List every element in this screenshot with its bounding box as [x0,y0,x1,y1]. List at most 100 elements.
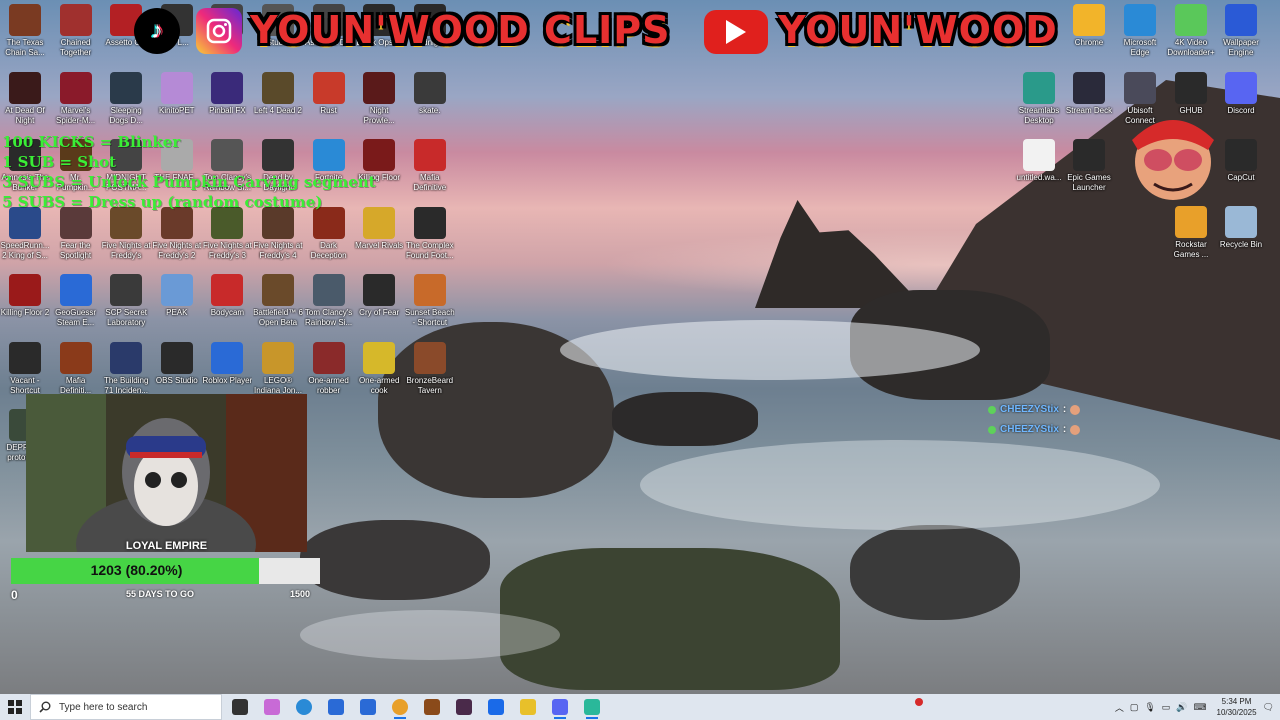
desktop-icon-wallpaper-engine[interactable]: Wallpaper Engine [1216,0,1266,58]
sub-goals-overlay: 100 KICKS = Blinker 1 SUB = Shot 3 SUBS … [2,132,376,212]
desktop-icon-label: Five Nights at Freddy's 3 [202,240,252,260]
chevron-up-icon[interactable]: ︿ [1115,701,1124,714]
taskbar-discord-button[interactable] [544,694,576,720]
desktop-icon-label: Battlefield™ 6 Open Beta [253,308,303,327]
desktop-icon-label: Rust [320,105,337,115]
desktop-icon-rockstar-games[interactable]: Rockstar Games ... [1166,202,1216,260]
desktop-icon-bodycam[interactable]: Bodycam [202,270,252,318]
chat-separator: : [1062,404,1067,415]
taskbar-store-button[interactable] [320,694,352,720]
desktop-icon-the-complex-found-foot[interactable]: The Complex Found Foot... [405,203,455,261]
taskbar-app-button[interactable] [448,694,480,720]
desktop-icon-killing-floor-2[interactable]: Killing Floor 2 [0,270,50,318]
desktop-icon-label: CapCut [1227,173,1255,182]
desktop-icon-label: Roblox Player [202,375,253,385]
volume-icon[interactable]: 🔊 [1176,702,1187,713]
desktop-icon-label: Wallpaper Engine [1223,38,1259,57]
desktop-icon-obs-studio[interactable]: OBS Studio [152,338,202,386]
desktop-icon-label: LEGO® Indiana Jon... [253,375,303,395]
taskbar-game-button[interactable] [416,694,448,720]
youtube-logo-icon [704,10,768,54]
desktop-icon-marvel-s-spider-m[interactable]: Marvel's Spider-M... [51,68,101,126]
start-button[interactable] [0,694,30,720]
app-icon [312,71,345,104]
app-icon [1225,4,1257,36]
app-icon [262,341,294,374]
desktop-icon-one-armed-robber[interactable]: One-armed robber [304,338,354,396]
taskbar-file-explorer-button[interactable] [512,694,544,720]
desktop-icon-untitled-wa[interactable]: untitled.wa... [1014,135,1064,183]
desktop-icon-recycle-bin[interactable]: Recycle Bin [1216,202,1266,250]
app-icon [110,341,143,374]
network-icon[interactable]: ▭ [1162,702,1171,713]
goal-line: 100 KICKS = Blinker [2,133,181,151]
keyboard-icon[interactable]: ⌨ [1194,702,1207,713]
mic-icon[interactable]: 🎙 [1144,702,1155,713]
app-icon [1225,72,1257,104]
desktop-icon-roblox-player[interactable]: Roblox Player [202,338,252,386]
windows-logo-icon [8,700,22,714]
desktop-icon-kinitopet[interactable]: KinitoPET [152,68,202,116]
notification-icon[interactable]: 🗨 [1263,702,1274,713]
desktop-icon-sunset-beach-shortcut[interactable]: Sunset Beach - Shortcut [405,270,455,328]
taskbar-task-view-button[interactable] [224,694,256,720]
meet-now-icon[interactable]: ▢ [1130,702,1139,713]
desktop-icon-rust[interactable]: Rust [304,68,354,116]
tiktok-logo-icon: ♪ [134,8,180,54]
desktop-icon-at-dead-of-night[interactable]: At Dead Of Night [0,68,50,126]
desktop-icon-mafia-definiti[interactable]: Mafia Definiti... [51,338,101,396]
goal-line: 5 SUBS = Dress up (random costume) [2,193,323,211]
desktop-icon-label: Microsoft Edge [1123,38,1157,57]
desktop-icon-geoguessr-steam-e[interactable]: GeoGuessr Steam E... [51,270,101,328]
taskbar-clock[interactable]: 5:34 PM 10/30/2025 [1217,696,1257,718]
desktop-icon-vacant-shortcut[interactable]: Vacant - Shortcut [0,338,50,396]
desktop-icon-scp-secret-laboratory[interactable]: SCP Secret Laboratory [101,270,151,328]
webcam-feed: LOYAL EMPIRE [26,394,307,552]
desktop-icon-mafia-definitive[interactable]: Mafia Definitive [405,135,455,193]
desktop-icon-4k-video-downloader[interactable]: 4K Video Downloader+ [1166,0,1216,58]
desktop-icon-streamlabs-desktop[interactable]: Streamlabs Desktop [1014,68,1064,126]
desktop-icon-sleeping-dogs-d[interactable]: Sleeping Dogs D... [101,68,151,126]
app-icon [110,71,143,104]
app-icon [160,71,193,104]
taskbar-search-box[interactable]: Type here to search [30,694,222,720]
desktop-icon-one-armed-cook[interactable]: One-armed cook [354,338,404,396]
app-icon [262,274,294,306]
desktop-icon-label: KinitoPET [159,105,195,115]
desktop-icon-discord[interactable]: Discord [1216,68,1266,116]
desktop-icon-night-prowle[interactable]: Night Prowle... [354,68,404,126]
desktop-icon-peak[interactable]: PEAK [152,270,202,318]
desktop-icon-label: One-armed cook [358,375,400,395]
desktop-icon-capcut[interactable]: CapCut [1216,135,1266,183]
app-icon [413,206,446,239]
desktop-icon-label: PEAK [166,308,188,317]
desktop-icon-microsoft-edge[interactable]: Microsoft Edge [1115,0,1165,58]
banner-left-title: YOUN'WOOD CLIPS [250,8,671,52]
desktop-icon-left-4-dead-2[interactable]: Left 4 Dead 2 [253,68,303,116]
taskbar-copilot-button[interactable] [256,694,288,720]
desktop-icon-cry-of-fear[interactable]: Cry of Fear [354,270,404,318]
desktop-icon-label: One-armed robber [308,375,349,395]
red-badge-icon[interactable] [914,698,923,706]
desktop-icon-epic-games-launcher[interactable]: Epic Games Launcher [1064,135,1114,193]
desktop-icon-battlefield-6-open-beta[interactable]: Battlefield™ 6 Open Beta [253,270,303,328]
desktop-icon-label: Five Nights at Freddy's [101,240,151,260]
file-explorer-icon [520,699,536,715]
taskbar-streamlabs-button[interactable] [576,694,608,720]
desktop-icon-bronzebeard-tavern[interactable]: BronzeBeard Tavern [405,338,455,396]
status-dot-icon [988,405,996,414]
desktop-icon-pinball-fx[interactable]: Pinball FX [202,68,252,116]
desktop-icon-label: Discord [1227,106,1255,115]
desktop-icon-stream-deck[interactable]: Stream Deck [1064,68,1114,116]
desktop-icon-the-building-71-inciden[interactable]: The Building 71 Inciden... [101,338,151,396]
desktop-icon-lego-indiana-jon[interactable]: LEGO® Indiana Jon... [253,338,303,396]
desktop-icon-label: Night Prowle... [363,105,395,125]
taskbar-edge-button[interactable] [288,694,320,720]
desktop-icon-skate[interactable]: skate. [405,68,455,116]
desktop-icon-label: Marvel's Spider-M... [56,105,96,125]
desktop-icon-tom-clancy-s-rainbow-si[interactable]: Tom Clancy's Rainbow Si... [304,270,354,328]
taskbar-facebook-button[interactable] [480,694,512,720]
taskbar-outlook-button[interactable] [352,694,384,720]
taskbar-chrome-button[interactable] [384,694,416,720]
desktop-icon-label: The Complex Found Foot... [406,240,454,260]
